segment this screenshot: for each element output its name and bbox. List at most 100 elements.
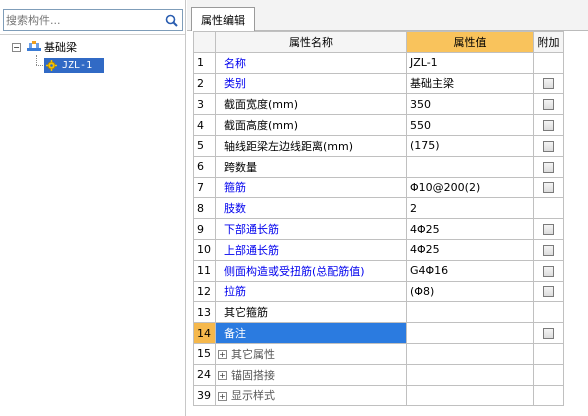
property-name: 上部通长筋 — [224, 243, 279, 257]
tab-bar: 属性编辑 — [187, 0, 588, 31]
row-number: 1 — [193, 51, 216, 74]
property-value[interactable]: 550 — [406, 114, 534, 136]
plus-expander-icon[interactable]: + — [218, 350, 227, 360]
property-name-cell[interactable]: 轴线距梁左边线距离(mm) — [215, 134, 407, 157]
property-name-cell[interactable]: 拉筋 — [215, 280, 407, 303]
header-name[interactable]: 属性名称 — [215, 31, 407, 53]
tree-connector — [36, 55, 37, 65]
property-value[interactable] — [406, 155, 534, 178]
property-row[interactable]: 8 肢数 2 — [193, 197, 564, 220]
property-value[interactable]: 4Φ25 — [406, 238, 534, 261]
property-row[interactable]: 7 箍筋 Φ10@200(2) — [193, 176, 564, 199]
property-row[interactable]: 15 + 其它属性 — [193, 342, 564, 365]
tree-collapse-toggle[interactable]: − — [12, 42, 21, 52]
property-row[interactable]: 10 上部通长筋 4Φ25 — [193, 238, 564, 261]
row-number: 14 — [193, 322, 216, 344]
property-value[interactable]: 2 — [406, 197, 534, 220]
property-value[interactable] — [406, 342, 534, 365]
tree-node-root[interactable]: − 基础梁 — [12, 39, 77, 55]
tree-node-jzl-1[interactable]: JZL-1 — [44, 58, 104, 73]
attach-checkbox[interactable] — [543, 265, 554, 277]
attach-cell — [533, 238, 564, 261]
property-row[interactable]: 39 + 显示样式 — [193, 384, 564, 407]
property-name-cell[interactable]: + 锚固搭接 — [215, 363, 407, 386]
header-add[interactable]: 附加 — [533, 31, 564, 53]
attach-checkbox[interactable] — [543, 120, 554, 132]
property-row[interactable]: 2 类别 基础主梁 — [193, 72, 564, 95]
search-button[interactable] — [161, 11, 181, 29]
property-name-cell[interactable]: + 其它属性 — [215, 342, 407, 365]
property-row[interactable]: 14 备注 — [193, 322, 564, 344]
property-row[interactable]: 11 侧面构造或受扭筋(总配筋值) G4Φ16 — [193, 259, 564, 282]
attach-checkbox[interactable] — [543, 140, 554, 152]
property-name-cell[interactable]: 上部通长筋 — [215, 238, 407, 261]
attach-checkbox[interactable] — [543, 161, 554, 173]
property-row[interactable]: 24 + 锚固搭接 — [193, 363, 564, 386]
property-row[interactable]: 5 轴线距梁左边线距离(mm) (175) — [193, 134, 564, 157]
search-input[interactable] — [6, 12, 156, 28]
attach-cell — [533, 93, 564, 116]
property-name-cell[interactable]: 箍筋 — [215, 176, 407, 199]
attach-cell — [533, 176, 564, 199]
attach-checkbox[interactable] — [543, 244, 554, 256]
row-number: 10 — [193, 238, 216, 261]
property-grid: 属性名称 属性值 附加 1 名称 JZL-1 2 类别 基础主梁 3 截面宽度(mm) 350 4… — [193, 31, 564, 407]
property-name-cell[interactable]: 其它箍筋 — [215, 301, 407, 324]
property-value[interactable]: (Φ8) — [406, 280, 534, 303]
grid-header-row: 属性名称 属性值 附加 — [193, 31, 564, 53]
property-value[interactable] — [406, 363, 534, 386]
property-name-cell[interactable]: + 显示样式 — [215, 384, 407, 407]
row-number: 8 — [193, 197, 216, 220]
attach-cell — [533, 342, 564, 365]
plus-expander-icon[interactable]: + — [218, 371, 227, 381]
property-value[interactable]: 350 — [406, 93, 534, 116]
property-row[interactable]: 3 截面宽度(mm) 350 — [193, 93, 564, 116]
component-tree: − 基础梁 JZL-1 — [0, 34, 185, 416]
property-value[interactable] — [406, 384, 534, 407]
property-value[interactable]: JZL-1 — [406, 51, 534, 74]
attach-checkbox[interactable] — [543, 78, 554, 90]
attach-cell — [533, 322, 564, 344]
property-name-cell[interactable]: 截面宽度(mm) — [215, 93, 407, 116]
property-row[interactable]: 12 拉筋 (Φ8) — [193, 280, 564, 303]
attach-checkbox[interactable] — [543, 224, 554, 236]
attach-checkbox[interactable] — [543, 182, 554, 194]
property-row[interactable]: 9 下部通长筋 4Φ25 — [193, 218, 564, 240]
property-value[interactable]: Φ10@200(2) — [406, 176, 534, 199]
property-row[interactable]: 13 其它箍筋 — [193, 301, 564, 324]
row-number: 15 — [193, 342, 216, 365]
attach-checkbox[interactable] — [543, 99, 554, 111]
attach-checkbox[interactable] — [543, 328, 554, 340]
plus-expander-icon[interactable]: + — [218, 391, 227, 401]
tree-root-label: 基础梁 — [44, 41, 77, 54]
property-row[interactable]: 6 跨数量 — [193, 155, 564, 178]
property-name: 截面宽度(mm) — [224, 98, 299, 112]
property-name-cell[interactable]: 备注 — [215, 322, 407, 344]
property-name-cell[interactable]: 类别 — [215, 72, 407, 95]
property-name-cell[interactable]: 跨数量 — [215, 155, 407, 178]
property-value[interactable] — [406, 322, 534, 344]
tab-property-edit[interactable]: 属性编辑 — [191, 7, 255, 31]
attach-cell — [533, 280, 564, 303]
row-number: 9 — [193, 218, 216, 240]
row-number: 2 — [193, 72, 216, 95]
property-value[interactable] — [406, 301, 534, 324]
property-value[interactable]: (175) — [406, 134, 534, 157]
property-name: 跨数量 — [224, 160, 257, 174]
property-row[interactable]: 1 名称 JZL-1 — [193, 51, 564, 74]
property-name: 名称 — [224, 56, 246, 70]
header-value[interactable]: 属性值 — [406, 31, 534, 53]
property-name-cell[interactable]: 截面高度(mm) — [215, 114, 407, 136]
attach-checkbox[interactable] — [543, 286, 554, 298]
property-value[interactable]: 4Φ25 — [406, 218, 534, 240]
property-name-cell[interactable]: 肢数 — [215, 197, 407, 220]
property-name-cell[interactable]: 名称 — [215, 51, 407, 74]
property-name-cell[interactable]: 下部通长筋 — [215, 218, 407, 240]
property-name-cell[interactable]: 侧面构造或受扭筋(总配筋值) — [215, 259, 407, 282]
property-row[interactable]: 4 截面高度(mm) 550 — [193, 114, 564, 136]
row-number: 39 — [193, 384, 216, 407]
property-value[interactable]: 基础主梁 — [406, 72, 534, 95]
property-name: 备注 — [224, 327, 246, 341]
property-value[interactable]: G4Φ16 — [406, 259, 534, 282]
property-name: 肢数 — [224, 202, 246, 216]
